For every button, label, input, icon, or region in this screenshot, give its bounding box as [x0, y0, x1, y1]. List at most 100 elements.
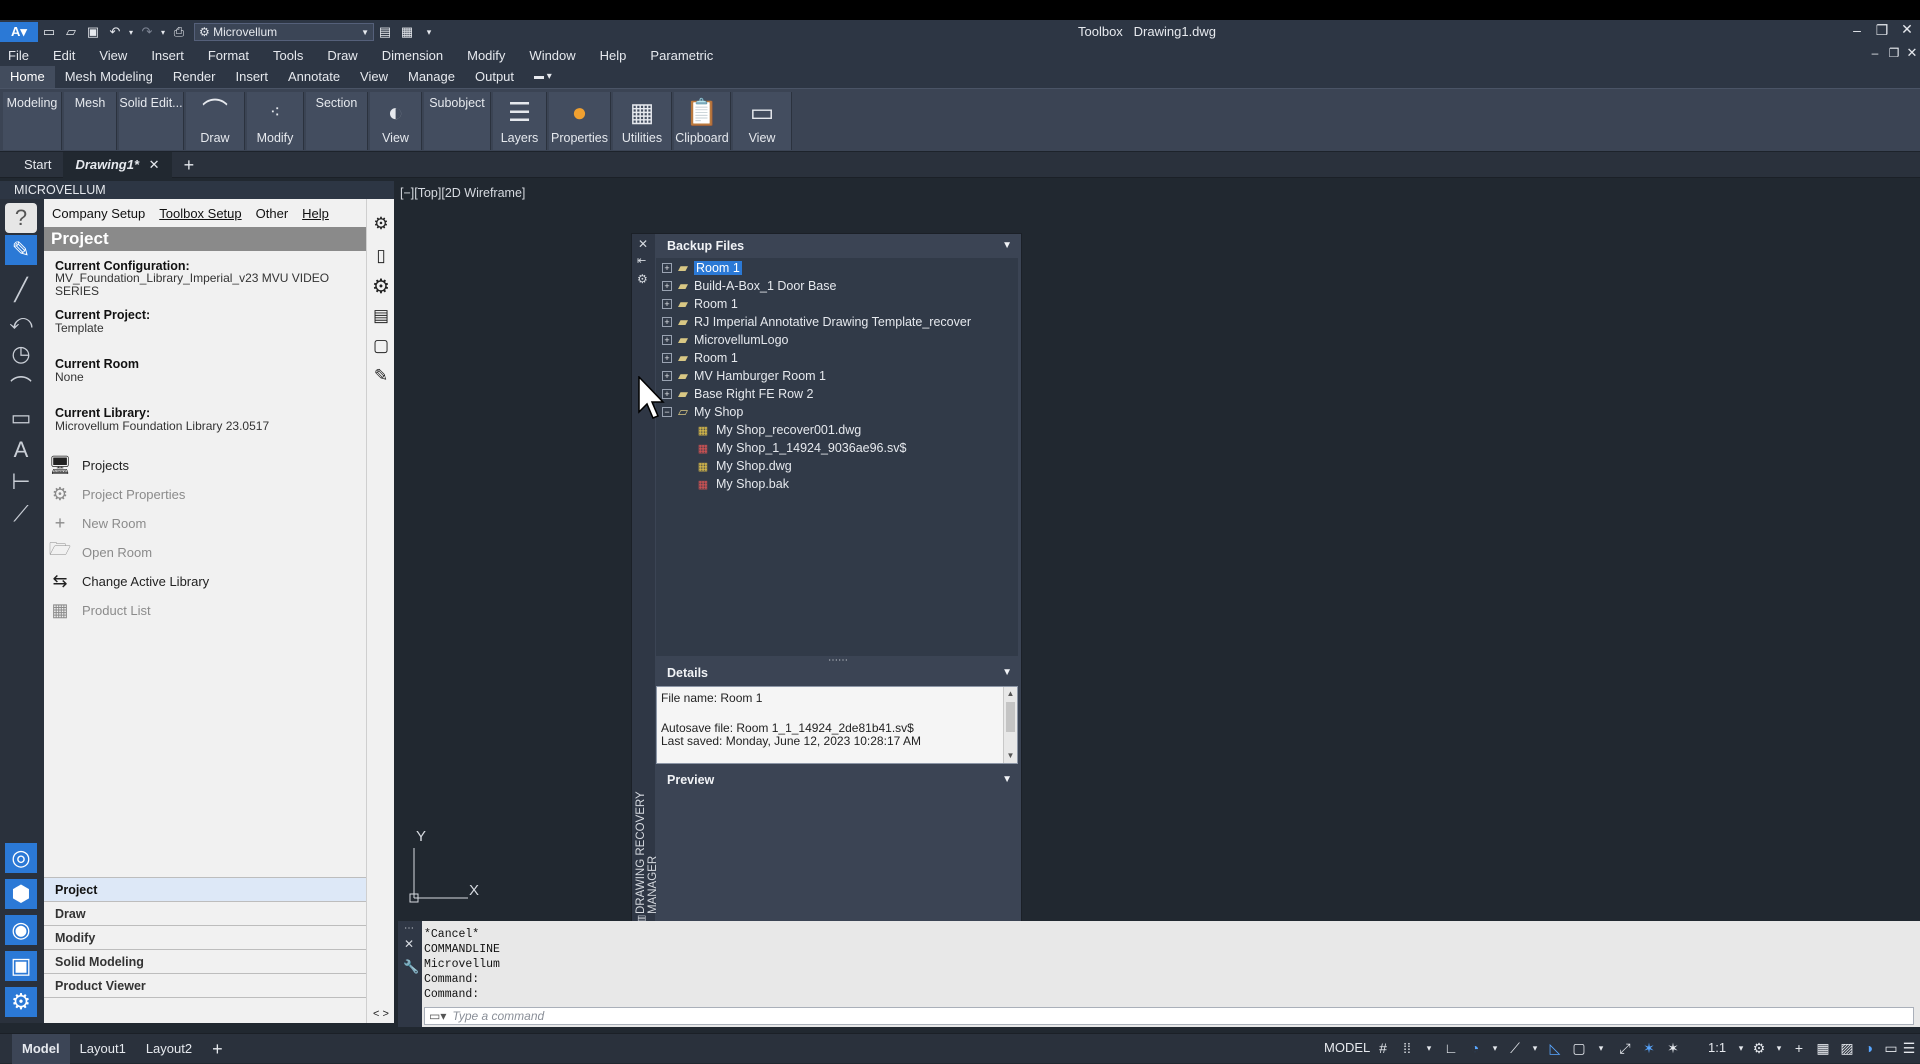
section-modify[interactable]: Modify — [44, 925, 366, 949]
save-icon[interactable]: ▣ — [82, 22, 104, 42]
iso-dropdown-icon[interactable]: ▾ — [1524, 1036, 1546, 1060]
close-icon[interactable]: ✕ — [638, 237, 648, 251]
rectangle-icon[interactable]: ▭ — [5, 403, 37, 433]
tree-item[interactable]: − ▱ My Shop — [662, 403, 743, 421]
menu-file[interactable]: File — [8, 48, 29, 63]
tab-mesh-modeling[interactable]: Mesh Modeling — [55, 66, 163, 88]
undo-icon[interactable]: ↶ — [104, 22, 126, 42]
projects-action[interactable]: 🖥 Projects — [48, 454, 129, 476]
scroll-arrows-icon[interactable]: < > — [370, 1003, 392, 1025]
panel-properties[interactable]: ● Properties — [549, 92, 611, 150]
toolbox-icon[interactable]: ▣ — [5, 951, 37, 981]
panel-subobject[interactable]: Subobject — [424, 92, 491, 150]
annotation-monitor-icon[interactable]: + — [1788, 1036, 1810, 1060]
text-icon[interactable]: A — [5, 435, 37, 465]
snap-icon[interactable]: ⁞⁞ — [1396, 1036, 1418, 1060]
list-icon[interactable]: ▤ — [370, 305, 392, 327]
plot-icon[interactable]: ⎙ — [168, 22, 190, 42]
panel-section[interactable]: Section — [306, 92, 368, 150]
settings-gear-icon[interactable]: ⚙ — [5, 987, 37, 1017]
tree-item[interactable]: + ▰ Room 1 — [662, 259, 742, 277]
section-project[interactable]: Project — [44, 877, 366, 901]
preview-header[interactable]: Preview ▼ — [656, 769, 1018, 791]
tree-item[interactable]: + ▰ RJ Imperial Annotative Drawing Templat… — [662, 313, 971, 331]
tab-drawing1[interactable]: Drawing1* ✕ — [63, 151, 172, 178]
panel-view2[interactable]: ▭ View — [733, 92, 792, 150]
auto-scale-icon[interactable]: ✶ — [1662, 1036, 1684, 1060]
tree-item[interactable]: + ▰ Room 1 — [662, 295, 738, 313]
close-icon[interactable]: ✕ — [1896, 21, 1918, 38]
model-space-toggle[interactable]: MODEL — [1324, 1040, 1370, 1055]
wrench-icon[interactable]: 🔧 — [403, 959, 419, 975]
tab-insert[interactable]: Insert — [225, 66, 278, 88]
restore-icon[interactable]: ❐ — [1871, 22, 1893, 39]
app-menu-button[interactable]: A▾ — [0, 22, 38, 42]
polar-icon[interactable]: ◔ — [1464, 1036, 1486, 1060]
project-properties-action[interactable]: ⚙ Project Properties — [48, 483, 185, 505]
panel-clipboard[interactable]: 📋 Clipboard — [674, 92, 731, 150]
polar-dropdown-icon[interactable]: ▾ — [1484, 1036, 1506, 1060]
tree-item[interactable]: + ▰ MV Hamburger Room 1 — [662, 367, 826, 385]
tree-child-item[interactable]: ▦ My Shop_1_14924_9036ae96.sv$ — [696, 439, 907, 457]
panel-mesh[interactable]: Mesh — [64, 92, 117, 150]
tree-child-item[interactable]: ▦ My Shop.bak — [696, 475, 789, 493]
menu-parametric[interactable]: Parametric — [650, 48, 713, 63]
change-library-action[interactable]: ⇆ Change Active Library — [48, 570, 209, 592]
panel-utilities[interactable]: ▦ Utilities — [613, 92, 672, 150]
tree-child-item[interactable]: ▦ My Shop.dwg — [696, 457, 792, 475]
workspace-select[interactable]: ⚙ Microvellum ▼ — [194, 23, 374, 41]
menu-window[interactable]: Window — [529, 48, 575, 63]
isodraft-icon[interactable]: ⟋ — [1504, 1036, 1526, 1060]
menu-draw[interactable]: Draw — [327, 48, 357, 63]
marker-icon[interactable]: ✎ — [370, 365, 392, 387]
panel-modeling[interactable]: Modeling — [3, 92, 62, 150]
menu-tools[interactable]: Tools — [273, 48, 303, 63]
panel-solid-edit[interactable]: Solid Edit... — [119, 92, 184, 150]
palette-title[interactable]: MICROVELLUM — [0, 181, 394, 199]
close-tab-icon[interactable]: ✕ — [149, 157, 160, 172]
new-icon[interactable]: ▭ — [38, 22, 60, 42]
menu-dimension[interactable]: Dimension — [382, 48, 443, 63]
tree-item[interactable]: + ▰ Base Right FE Row 2 — [662, 385, 814, 403]
units-icon[interactable]: ▦ — [1812, 1036, 1834, 1060]
tab-layout2[interactable]: Layout2 — [136, 1034, 202, 1064]
tab-start[interactable]: Start — [12, 152, 63, 178]
tab-manage[interactable]: Manage — [398, 66, 465, 88]
publish-icon[interactable]: ▦ — [396, 22, 418, 42]
viewport-control[interactable]: [−][Top][2D Wireframe] — [400, 186, 525, 200]
new-tab-button[interactable]: + — [172, 152, 207, 178]
tree-item[interactable]: + ▰ MicrovellumLogo — [662, 331, 788, 349]
osnap-tracking-icon[interactable]: ▢ — [1568, 1036, 1590, 1060]
redo-icon[interactable]: ↷ — [136, 22, 158, 42]
details-header[interactable]: Details ▼ — [656, 662, 1018, 684]
menu-edit[interactable]: Edit — [53, 48, 75, 63]
tree-item[interactable]: + ▰ Build-A-Box_1 Door Base — [662, 277, 836, 295]
polyline-icon[interactable]: ⤺ — [5, 307, 37, 337]
tree-child-item[interactable]: ▦ My Shop_recover001.dwg — [696, 421, 861, 439]
menu-other[interactable]: Other — [256, 206, 289, 221]
tab-home[interactable]: Home — [0, 66, 55, 88]
tab-view[interactable]: View — [350, 66, 398, 88]
details-scrollbar[interactable]: ▲ ▼ — [1003, 687, 1017, 763]
fingerprint-icon[interactable]: ◎ — [5, 843, 37, 873]
menu-palette-help[interactable]: Help — [302, 206, 329, 221]
dimension-icon[interactable]: ⊢ — [5, 467, 37, 497]
redo-dropdown-icon[interactable]: ▾ — [158, 22, 168, 42]
menu-help[interactable]: Help — [600, 48, 627, 63]
panel-draw[interactable]: ⌒ Draw — [186, 92, 245, 150]
ortho-icon[interactable]: ∟ — [1440, 1036, 1462, 1060]
panel-modify[interactable]: ⁖ Modify — [247, 92, 304, 150]
settings-icon[interactable]: ⚙ — [370, 213, 392, 235]
menu-toolbox-setup[interactable]: Toolbox Setup — [159, 206, 241, 221]
quick-properties-icon[interactable]: ▨ — [1836, 1036, 1858, 1060]
command-prompt-icon[interactable]: ▭▾ — [429, 1009, 446, 1023]
help-icon[interactable]: ? — [5, 203, 37, 233]
tab-annotate[interactable]: Annotate — [278, 66, 350, 88]
properties-icon[interactable]: ⚙ — [637, 272, 648, 286]
line-icon[interactable]: ╱ — [5, 275, 37, 305]
pencil-icon[interactable]: ✎ — [5, 235, 37, 265]
customization-menu-icon[interactable]: ☰ — [1898, 1036, 1920, 1060]
new-room-action[interactable]: + New Room — [48, 512, 147, 534]
customize-qat-icon[interactable]: ▾ — [418, 22, 440, 42]
ribbon-options-button[interactable]: ▬ ▾ — [524, 66, 562, 88]
